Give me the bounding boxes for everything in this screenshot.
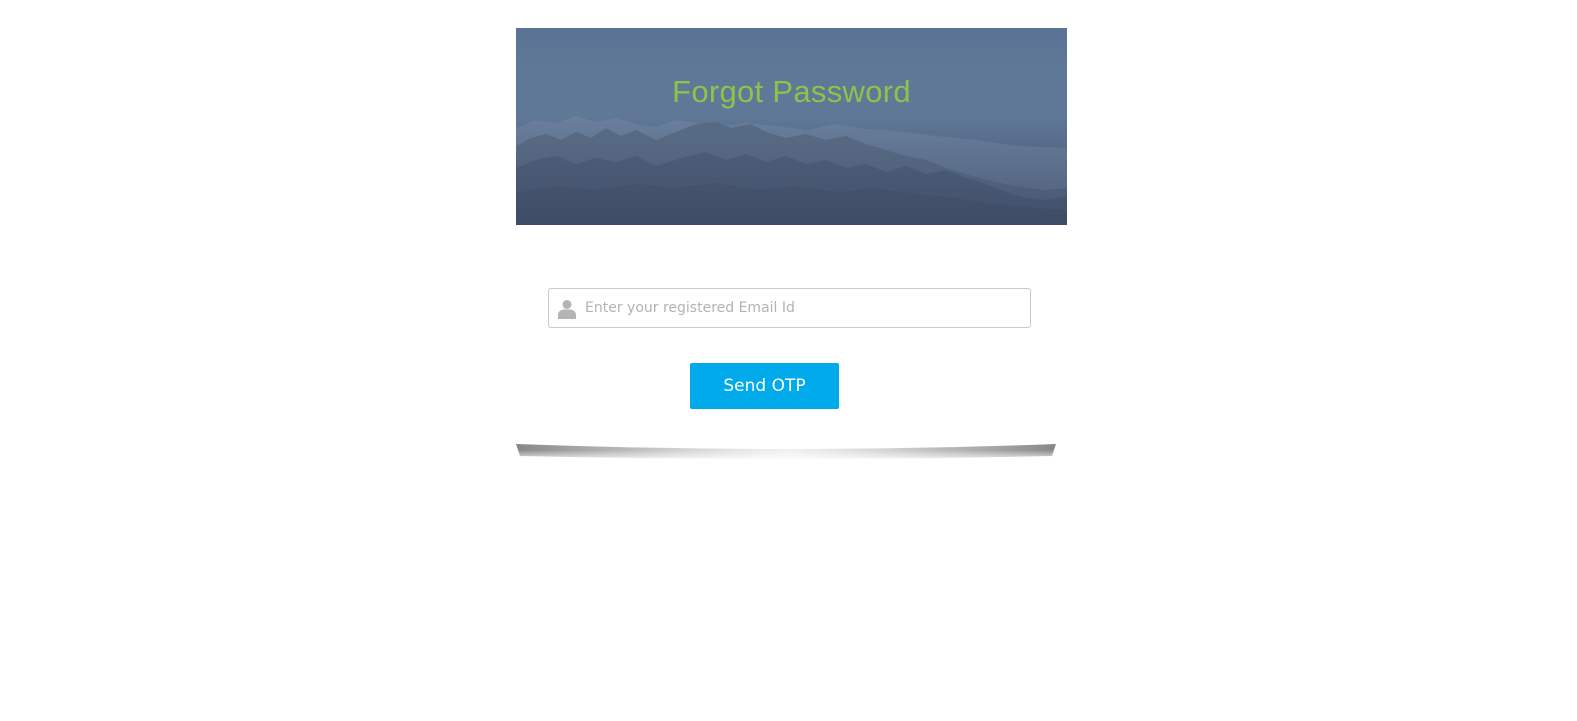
page-title: Forgot Password — [672, 74, 911, 109]
email-field-wrapper[interactable] — [548, 288, 1031, 328]
user-icon — [558, 300, 576, 319]
forgot-password-card: Forgot Password Send OTP — [516, 28, 1067, 462]
mountain-background-image — [516, 28, 1067, 225]
header-banner: Forgot Password — [516, 28, 1067, 225]
send-otp-button[interactable]: Send OTP — [690, 363, 839, 409]
card-bottom-shadow — [516, 444, 1056, 462]
email-input[interactable] — [585, 289, 1025, 327]
forgot-password-form: Send OTP — [548, 288, 1031, 409]
